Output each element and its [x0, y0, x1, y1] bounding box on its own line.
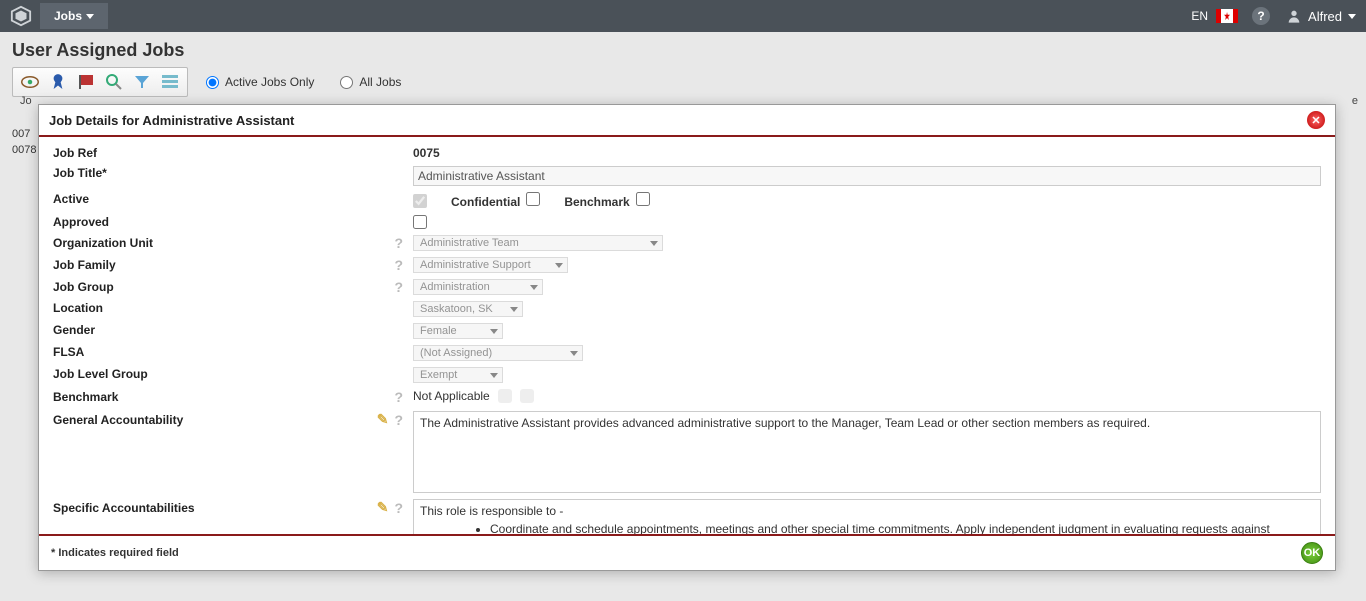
job-title-input[interactable] — [413, 166, 1321, 186]
search-button[interactable] — [101, 71, 127, 93]
flsa-select[interactable]: (Not Assigned) — [413, 345, 583, 361]
user-name: Alfred — [1308, 9, 1342, 24]
location-select[interactable]: Saskatoon, SK — [413, 301, 523, 317]
rows-button[interactable] — [157, 71, 183, 93]
label-benchmark: Benchmark — [53, 390, 118, 404]
toolbar-row: Active Jobs Only All Jobs — [12, 67, 1354, 97]
org-unit-select[interactable]: Administrative Team — [413, 235, 663, 251]
modal-footer: * Indicates required field OK — [39, 534, 1335, 570]
chevron-down-icon — [86, 14, 94, 19]
confidential-checkbox[interactable] — [526, 192, 540, 206]
help-icon[interactable]: ? — [394, 500, 403, 516]
radio-all-input[interactable] — [340, 76, 353, 89]
active-checkbox[interactable] — [413, 194, 427, 208]
table-row[interactable]: 007 — [12, 128, 30, 140]
radio-all-jobs[interactable]: All Jobs — [340, 75, 401, 89]
job-level-group-select[interactable]: Exempt — [413, 367, 503, 383]
row-job-level-group: Job Level Group Exempt — [53, 364, 1321, 386]
user-icon — [1286, 8, 1302, 24]
row-job-ref: Job Ref 0075 — [53, 143, 1321, 163]
row-gender: Gender Female — [53, 320, 1321, 342]
row-benchmark: Benchmark? Not Applicable — [53, 386, 1321, 408]
specific-accountabilities-text[interactable]: This role is responsible to - Coordinate… — [413, 499, 1321, 534]
label-specific-accountabilities: Specific Accountabilities — [53, 501, 195, 515]
job-details-modal: Job Details for Administrative Assistant… — [38, 104, 1336, 571]
table-row[interactable]: 0078 — [12, 144, 36, 156]
modal-body: Job Ref 0075 Job Title* Active Confident… — [39, 137, 1335, 534]
row-specific-accountabilities: Specific Accountabilities ✎? This role is… — [53, 496, 1321, 534]
ok-button[interactable]: OK — [1301, 542, 1323, 564]
label-approved: Approved — [53, 215, 109, 229]
approved-checkbox[interactable] — [413, 215, 427, 229]
label-flsa: FLSA — [53, 345, 84, 359]
ribbon-button[interactable] — [45, 71, 71, 93]
user-menu[interactable]: Alfred — [1286, 8, 1356, 24]
label-job-group: Job Group — [53, 280, 114, 294]
row-active: Active Confidential Benchmark — [53, 189, 1321, 212]
label-job-ref: Job Ref — [53, 146, 97, 160]
modal-header: Job Details for Administrative Assistant… — [39, 105, 1335, 137]
table-col-right: e — [1352, 95, 1358, 107]
row-org-unit: Organization Unit? Administrative Team — [53, 232, 1321, 254]
gender-select[interactable]: Female — [413, 323, 503, 339]
chevron-down-icon — [1348, 14, 1356, 19]
job-family-select[interactable]: Administrative Support — [413, 257, 568, 273]
label-location: Location — [53, 301, 103, 315]
topbar: Jobs EN ? Alfred — [0, 0, 1366, 32]
radio-all-label: All Jobs — [359, 75, 401, 89]
benchmark-tool-icon[interactable] — [520, 389, 534, 403]
edit-icon[interactable]: ✎ — [377, 411, 389, 428]
job-group-select[interactable]: Administration — [413, 279, 543, 295]
row-approved: Approved — [53, 212, 1321, 232]
filter-button[interactable] — [129, 71, 155, 93]
row-flsa: FLSA (Not Assigned) — [53, 342, 1321, 364]
icon-toolbar — [12, 67, 188, 97]
close-button[interactable]: ✕ — [1307, 111, 1325, 129]
jobs-menu-label: Jobs — [54, 9, 82, 23]
help-icon[interactable]: ? — [394, 412, 403, 428]
label-benchmark-cb: Benchmark — [564, 195, 629, 209]
label-confidential: Confidential — [451, 195, 520, 209]
benchmark-value: Not Applicable — [413, 389, 490, 403]
flag-canada-icon[interactable] — [1216, 9, 1238, 23]
label-job-title: Job Title* — [53, 166, 107, 180]
radio-active-input[interactable] — [206, 76, 219, 89]
edit-icon[interactable]: ✎ — [377, 499, 389, 516]
help-icon[interactable]: ? — [1252, 7, 1270, 25]
row-general-accountability: General Accountability ✎? The Administrat… — [53, 408, 1321, 496]
table-col-left: Jo — [20, 95, 32, 107]
row-job-title: Job Title* — [53, 163, 1321, 189]
help-icon[interactable]: ? — [394, 235, 403, 251]
required-note: * Indicates required field — [51, 547, 179, 559]
radio-active-jobs[interactable]: Active Jobs Only — [206, 75, 314, 89]
spec-intro: This role is responsible to - — [420, 504, 1314, 518]
job-filter-radios: Active Jobs Only All Jobs — [206, 75, 401, 89]
benchmark-checkbox[interactable] — [636, 192, 650, 206]
value-job-ref: 0075 — [413, 146, 440, 160]
app-logo-icon — [10, 5, 32, 27]
row-job-group: Job Group? Administration — [53, 276, 1321, 298]
jobs-menu[interactable]: Jobs — [40, 3, 108, 29]
modal-title: Job Details for Administrative Assistant — [49, 113, 294, 128]
help-icon[interactable]: ? — [394, 257, 403, 273]
label-active: Active — [53, 192, 89, 206]
label-job-family: Job Family — [53, 258, 116, 272]
flag-button[interactable] — [73, 71, 99, 93]
page-title: User Assigned Jobs — [12, 40, 1354, 61]
help-icon[interactable]: ? — [394, 279, 403, 295]
view-button[interactable] — [17, 71, 43, 93]
label-gender: Gender — [53, 323, 95, 337]
label-org-unit: Organization Unit — [53, 236, 153, 250]
label-general-accountability: General Accountability — [53, 413, 183, 427]
row-location: Location Saskatoon, SK — [53, 298, 1321, 320]
spec-bullet: Coordinate and schedule appointments, me… — [490, 522, 1314, 534]
help-icon[interactable]: ? — [394, 389, 403, 405]
radio-active-label: Active Jobs Only — [225, 75, 314, 89]
label-job-level-group: Job Level Group — [53, 367, 148, 381]
general-accountability-text[interactable]: The Administrative Assistant provides ad… — [413, 411, 1321, 493]
benchmark-tool-icon[interactable] — [498, 389, 512, 403]
lang-label[interactable]: EN — [1191, 9, 1208, 23]
page-header: User Assigned Jobs Active Jobs Only All … — [0, 32, 1366, 105]
row-job-family: Job Family? Administrative Support — [53, 254, 1321, 276]
